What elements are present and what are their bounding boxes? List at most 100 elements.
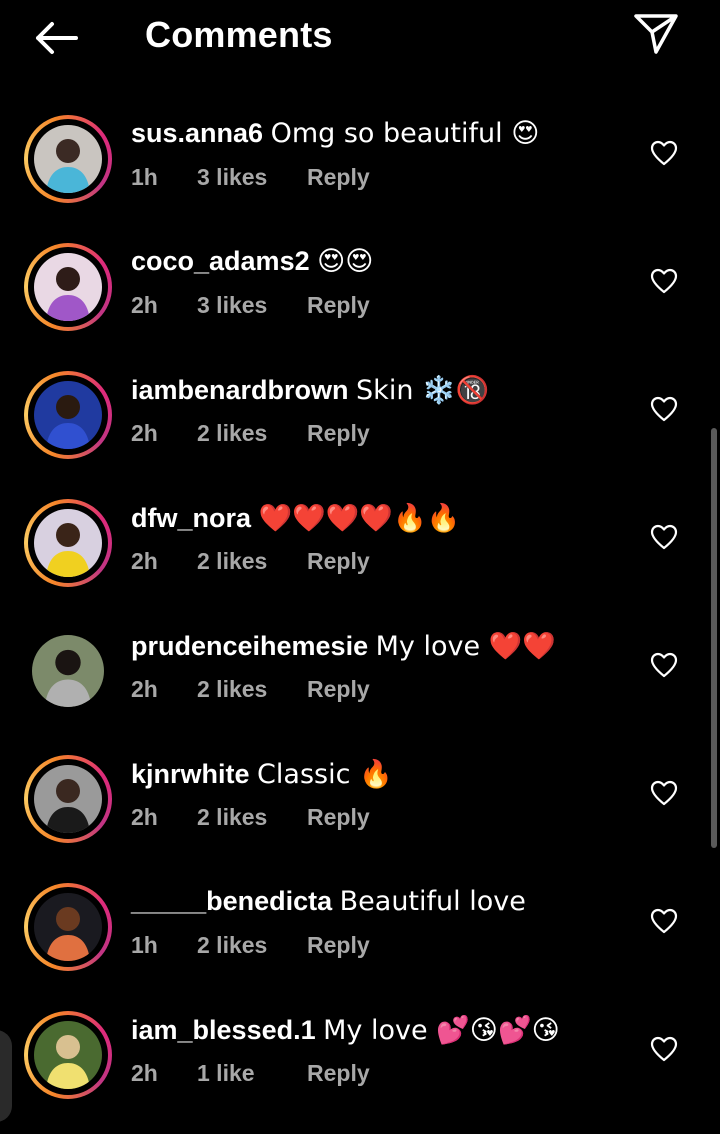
comment-likes[interactable]: 2 likes	[197, 420, 307, 447]
comment-text: Classic 🔥	[257, 759, 393, 790]
comment-username[interactable]: _____benedicta	[131, 886, 332, 916]
comment-likes[interactable]: 2 likes	[197, 548, 307, 575]
avatar-image	[34, 1021, 102, 1089]
story-ring[interactable]	[24, 627, 112, 715]
comment-item: coco_adams2 😍😍 2h 3 likes Reply	[0, 238, 720, 366]
comment-time: 2h	[131, 292, 158, 318]
comment-username[interactable]: dfw_nora	[131, 503, 251, 533]
comment-text: My love 💕😘💕😘	[323, 1015, 560, 1046]
heart-icon	[650, 652, 678, 678]
comment-time: 2h	[131, 804, 158, 830]
like-button[interactable]	[650, 524, 678, 550]
heart-icon	[650, 1036, 678, 1062]
comment-meta: 2h 2 likes Reply	[131, 548, 370, 575]
comment-meta: 2h 2 likes Reply	[131, 804, 370, 831]
like-button[interactable]	[650, 908, 678, 934]
comment-item: iam_blessed.1 My love 💕😘💕😘 2h 1 like Reply	[0, 1006, 720, 1134]
comment-text: Skin ❄️🔞	[356, 375, 490, 406]
comment-text-line: sus.anna6 Omg so beautiful 😍	[131, 118, 539, 149]
avatar-image	[34, 893, 102, 961]
comment-likes[interactable]: 2 likes	[197, 676, 307, 703]
reply-button[interactable]: Reply	[307, 420, 370, 447]
comment-item: iambenardbrown Skin ❄️🔞 2h 2 likes Reply	[0, 366, 720, 494]
comment-item: kjnrwhite Classic 🔥 2h 2 likes Reply	[0, 750, 720, 878]
like-button[interactable]	[650, 652, 678, 678]
paper-plane-icon	[634, 14, 678, 54]
back-button[interactable]	[32, 18, 82, 58]
story-ring[interactable]	[24, 115, 112, 203]
comment-username[interactable]: sus.anna6	[131, 118, 263, 148]
edge-panel-handle[interactable]	[0, 1030, 12, 1122]
story-ring[interactable]	[24, 499, 112, 587]
avatar-image	[34, 381, 102, 449]
arrow-left-icon	[36, 22, 78, 54]
like-button[interactable]	[650, 268, 678, 294]
comment-text-line: dfw_nora ❤️❤️❤️❤️🔥🔥	[131, 502, 460, 534]
like-button[interactable]	[650, 1036, 678, 1062]
story-ring[interactable]	[24, 243, 112, 331]
like-button[interactable]	[650, 780, 678, 806]
heart-icon	[650, 780, 678, 806]
avatar-image	[34, 509, 102, 577]
reply-button[interactable]: Reply	[307, 164, 370, 191]
reply-button[interactable]: Reply	[307, 676, 370, 703]
comment-meta: 1h 3 likes Reply	[131, 164, 370, 191]
reply-button[interactable]: Reply	[307, 548, 370, 575]
comment-time: 2h	[131, 420, 158, 446]
comment-text: My love ❤️❤️	[375, 631, 556, 662]
heart-icon	[650, 396, 678, 422]
comment-time: 1h	[131, 164, 158, 190]
comment-likes[interactable]: 2 likes	[197, 804, 307, 831]
comment-username[interactable]: iam_blessed.1	[131, 1015, 316, 1045]
avatar	[32, 635, 104, 707]
comment-likes[interactable]: 2 likes	[197, 932, 307, 959]
reply-button[interactable]: Reply	[307, 1060, 370, 1087]
comment-username[interactable]: iambenardbrown	[131, 375, 349, 405]
comment-username[interactable]: coco_adams2	[131, 246, 310, 276]
comment-likes[interactable]: 3 likes	[197, 164, 307, 191]
comment-username[interactable]: prudenceihemesie	[131, 631, 368, 661]
page-title: Comments	[145, 14, 333, 55]
avatar-image	[34, 253, 102, 321]
avatar	[34, 1021, 102, 1089]
story-ring[interactable]	[24, 1011, 112, 1099]
share-button[interactable]	[632, 12, 680, 56]
avatar-image	[34, 125, 102, 193]
heart-icon	[650, 268, 678, 294]
comment-time: 1h	[131, 932, 158, 958]
story-ring[interactable]	[24, 755, 112, 843]
avatar	[34, 893, 102, 961]
comment-text-line: coco_adams2 😍😍	[131, 246, 373, 277]
comment-text-line: kjnrwhite Classic 🔥	[131, 758, 393, 790]
story-ring[interactable]	[24, 883, 112, 971]
comment-meta: 2h 2 likes Reply	[131, 420, 370, 447]
comment-meta: 1h 2 likes Reply	[131, 932, 370, 959]
comment-item: dfw_nora ❤️❤️❤️❤️🔥🔥 2h 2 likes Reply	[0, 494, 720, 622]
reply-button[interactable]: Reply	[307, 292, 370, 319]
comment-item: sus.anna6 Omg so beautiful 😍 1h 3 likes Re…	[0, 110, 720, 238]
comment-text-line: prudenceihemesie My love ❤️❤️	[131, 630, 556, 662]
heart-icon	[650, 908, 678, 934]
like-button[interactable]	[650, 396, 678, 422]
comment-text: 😍😍	[317, 246, 374, 277]
scrollbar[interactable]	[711, 428, 717, 848]
comment-likes[interactable]: 3 likes	[197, 292, 307, 319]
story-ring[interactable]	[24, 371, 112, 459]
comment-item: _____benedicta Beautiful love 1h 2 likes R…	[0, 878, 720, 1006]
header: Comments	[0, 0, 720, 72]
comment-text: ❤️❤️❤️❤️🔥🔥	[258, 503, 461, 534]
like-button[interactable]	[650, 140, 678, 166]
heart-icon	[650, 524, 678, 550]
avatar	[34, 509, 102, 577]
comment-username[interactable]: kjnrwhite	[131, 759, 250, 789]
avatar	[34, 253, 102, 321]
comment-meta: 2h 2 likes Reply	[131, 676, 370, 703]
comment-likes[interactable]: 1 like	[197, 1060, 307, 1087]
comment-time: 2h	[131, 676, 158, 702]
reply-button[interactable]: Reply	[307, 932, 370, 959]
reply-button[interactable]: Reply	[307, 804, 370, 831]
avatar	[34, 125, 102, 193]
heart-icon	[650, 140, 678, 166]
comment-time: 2h	[131, 1060, 158, 1086]
comment-text-line: iambenardbrown Skin ❄️🔞	[131, 374, 489, 406]
